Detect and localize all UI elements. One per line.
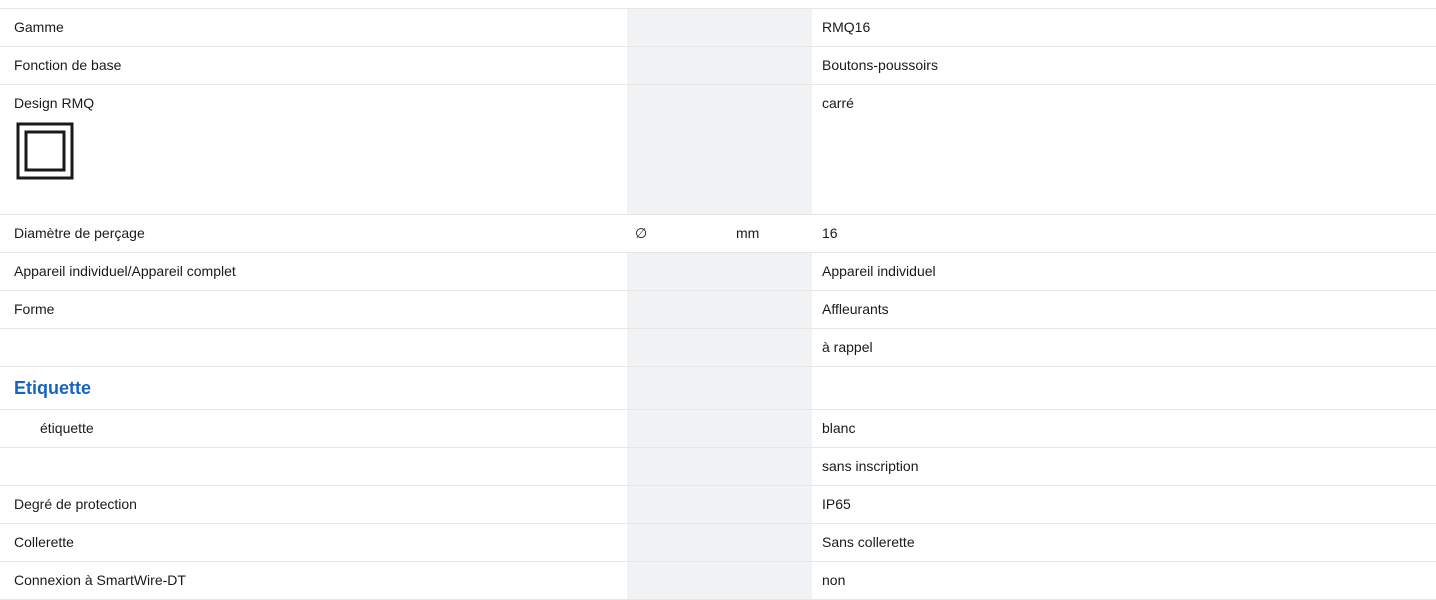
spec-value: non [822,572,846,588]
spec-label: Fonction de base [14,57,122,73]
spec-unit [732,367,812,409]
section-title: Etiquette [14,378,92,398]
spec-symbol [627,410,732,447]
spec-value: RMQ16 [822,19,871,35]
spec-label: étiquette [40,420,94,436]
spec-unit: mm [732,215,812,252]
spec-unit [732,253,812,290]
spec-unit [732,448,812,485]
spec-symbol [627,47,732,84]
square-design-icon [16,122,74,180]
spec-label: Forme [14,301,55,317]
spec-unit [732,410,812,447]
spec-symbol [627,448,732,485]
spec-row-design-rmq: Design RMQ carré [0,85,1436,215]
spec-value: IP65 [822,496,851,512]
spec-row-fonction-de-base: Fonction de base Boutons-poussoirs [0,47,1436,85]
spec-label: Design RMQ [14,95,95,111]
spec-symbol [627,486,732,523]
spec-label [0,448,627,485]
spec-row-degre-de-protection: Degré de protection IP65 [0,486,1436,524]
section-row-etiquette: Etiquette [0,367,1436,410]
spec-symbol [627,9,732,46]
spec-symbol [627,291,732,328]
spec-unit [732,47,812,84]
spec-unit [732,9,812,46]
spec-value: Sans collerette [822,534,915,550]
spec-unit [732,85,812,214]
spec-value: 16 [822,225,838,241]
spec-label: Diamètre de perçage [14,225,145,241]
spec-label: Appareil individuel/Appareil complet [14,263,236,279]
spec-symbol [627,524,732,561]
spec-symbol [627,367,732,409]
spec-value [812,367,1436,409]
spec-row-smartwire: Connexion à SmartWire-DT non [0,562,1436,600]
spec-symbol [627,562,732,599]
spec-symbol [627,253,732,290]
spec-unit [732,562,812,599]
spec-row-etiquette-continued: sans inscription [0,448,1436,486]
spec-row-gamme: Gamme RMQ16 [0,9,1436,47]
spec-value: à rappel [822,339,873,355]
spec-value: Affleurants [822,301,889,317]
spec-table: Gamme RMQ16 Fonction de base Boutons-pou… [0,8,1436,600]
spec-label: Gamme [14,19,64,35]
spec-value: blanc [822,420,856,436]
spec-unit [732,486,812,523]
spec-unit [732,524,812,561]
spec-row-forme-continued: à rappel [0,329,1436,367]
spec-row-collerette: Collerette Sans collerette [0,524,1436,562]
spec-symbol [627,329,732,366]
spec-row-appareil: Appareil individuel/Appareil complet App… [0,253,1436,291]
spec-row-diametre-de-percage: Diamètre de perçage ∅ mm 16 [0,215,1436,253]
spec-label: Collerette [14,534,74,550]
spec-value: Appareil individuel [822,263,936,279]
spec-symbol [627,85,732,214]
spec-label: Connexion à SmartWire-DT [14,572,186,588]
spec-label-cell: Design RMQ [0,85,627,214]
spec-label [0,329,627,366]
diameter-symbol: ∅ [627,215,732,252]
spec-value: carré [822,95,854,111]
spec-value: sans inscription [822,458,919,474]
spec-label: Degré de protection [14,496,137,512]
spec-value: Boutons-poussoirs [822,57,938,73]
spec-unit [732,329,812,366]
spec-row-etiquette: étiquette blanc [0,410,1436,448]
spec-unit [732,291,812,328]
spec-row-forme: Forme Affleurants [0,291,1436,329]
